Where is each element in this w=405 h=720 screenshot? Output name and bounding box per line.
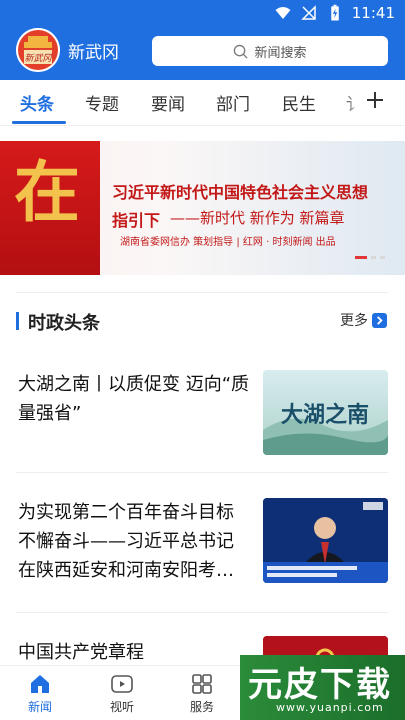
search-icon xyxy=(234,44,249,59)
app-bar: 新武冈 新武冈 新闻搜索 xyxy=(0,28,405,80)
nav-audiovisual-label: 视听 xyxy=(109,700,134,714)
wifi-icon xyxy=(275,7,291,19)
top-bar: 11:41 新武冈 新武冈 新闻搜索 xyxy=(0,0,405,80)
search-box[interactable]: 新闻搜索 xyxy=(152,36,388,66)
home-icon xyxy=(31,675,49,693)
nav-news-label: 新闻 xyxy=(27,700,52,714)
banner-big-char: 在 xyxy=(14,153,80,231)
site-watermark: 元皮下载 www.yuanpi.com xyxy=(240,655,405,720)
tab-headlines[interactable]: 头条 xyxy=(20,90,54,115)
tab-departments[interactable]: 部门 xyxy=(216,90,250,115)
carousel-dot xyxy=(355,256,367,259)
nav-audiovisual[interactable]: 视听 xyxy=(92,672,152,715)
play-icon xyxy=(111,675,133,693)
banner-subline: ——新时代 新作为 新篇章 xyxy=(170,209,345,227)
thumb-caption: 大湖之南 xyxy=(281,402,369,428)
status-bar: 11:41 xyxy=(0,0,405,28)
section-accent-bar xyxy=(16,312,19,330)
app-logo[interactable]: 新武冈 xyxy=(16,28,60,72)
chevron-right-icon xyxy=(372,312,387,328)
battery-charging-icon xyxy=(331,4,339,21)
add-tab-icon[interactable] xyxy=(361,86,389,114)
more-button[interactable]: 更多 xyxy=(340,310,387,330)
active-tab-indicator xyxy=(12,121,66,124)
nav-news[interactable]: 新闻 xyxy=(10,672,70,715)
logo-emblem-icon: 新武冈 xyxy=(16,28,60,72)
nav-services-label: 服务 xyxy=(189,700,214,714)
grid-icon xyxy=(192,674,212,694)
svg-text:新武冈: 新武冈 xyxy=(24,53,52,64)
no-signal-icon xyxy=(300,5,316,20)
carousel-dot xyxy=(380,256,385,259)
category-tabs: 头条 专题 要闻 部门 民生 讠 xyxy=(0,80,405,126)
hero-banner[interactable]: 在 习近平新时代中国特色社会主义思想 指引下 ——新时代 新作为 新篇章 湖南省… xyxy=(0,141,405,275)
banner-headline: 习近平新时代中国特色社会主义思想 xyxy=(112,183,369,202)
banner-subline-bold: 指引下 xyxy=(112,211,161,230)
section-title: 时政头条 xyxy=(28,313,100,334)
carousel-indicator xyxy=(355,256,385,259)
tab-livelihood[interactable]: 民生 xyxy=(282,90,316,115)
carousel-dot xyxy=(371,256,376,259)
news-thumbnail: 大湖之南 xyxy=(263,370,388,455)
search-placeholder: 新闻搜索 xyxy=(254,45,307,61)
tab-topics[interactable]: 专题 xyxy=(85,90,119,115)
watermark-url: www.yuanpi.com xyxy=(276,701,384,714)
more-label: 更多 xyxy=(340,313,368,329)
clock: 11:41 xyxy=(351,4,395,22)
news-title: 为实现第二个百年奋斗目标不懈奋斗——习近平总书记在陕西延安和河南安阳考… xyxy=(18,502,234,581)
news-title: 大湖之南丨以质促变 迈向“质量强省” xyxy=(18,374,250,424)
news-title: 中国共产党章程 xyxy=(18,642,144,663)
tab-major-news[interactable]: 要闻 xyxy=(151,90,185,115)
watermark-text: 元皮下载 xyxy=(248,665,392,705)
nav-services[interactable]: 服务 xyxy=(172,672,232,715)
app-title: 新武冈 xyxy=(68,43,119,63)
news-thumbnail xyxy=(263,498,388,583)
banner-credits: 湖南省委网信办 策划指导 | 红网 · 时刻新闻 出品 xyxy=(120,237,336,248)
